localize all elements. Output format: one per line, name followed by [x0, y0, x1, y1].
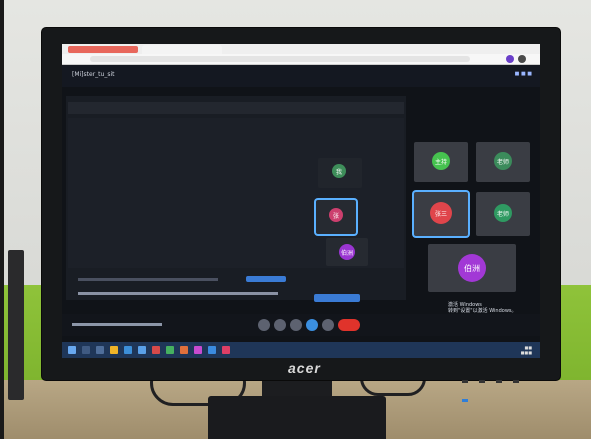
text-line — [78, 292, 278, 295]
text-line — [72, 323, 162, 326]
browser-address-bar — [62, 54, 540, 65]
participant-tile[interactable]: 主持 — [414, 142, 468, 182]
browser-tab[interactable] — [68, 46, 138, 53]
participants-icon[interactable] — [306, 319, 318, 331]
mic-icon[interactable] — [258, 319, 270, 331]
speaker — [8, 250, 24, 400]
url-input[interactable] — [90, 56, 470, 62]
taskbar-icon[interactable] — [166, 346, 174, 354]
taskbar-icon[interactable] — [82, 346, 90, 354]
browser-tab-bar — [62, 44, 540, 54]
participant-tile-active[interactable]: 张三 — [414, 192, 468, 236]
leave-button[interactable] — [338, 319, 360, 331]
text-line — [78, 278, 218, 281]
taskbar-icon[interactable] — [180, 346, 188, 354]
monitor-button[interactable] — [479, 380, 486, 383]
monitor-button[interactable] — [513, 380, 520, 383]
photo-frame: [Mi]ster_tu_sit ■ ■ ■ 我 张 伯洲 主持 老师 张三 老师… — [0, 0, 591, 439]
shared-content: 我 张 伯洲 — [68, 118, 404, 268]
taskbar-icon[interactable] — [222, 346, 230, 354]
monitor-button[interactable] — [496, 380, 503, 383]
mini-tile: 张 — [316, 200, 356, 234]
monitor-screen: [Mi]ster_tu_sit ■ ■ ■ 我 张 伯洲 主持 老师 张三 老师… — [62, 44, 540, 358]
windows-taskbar: ■■ ■■■ — [62, 342, 540, 358]
taskbar-clock[interactable]: ■■ ■■■ — [521, 345, 532, 355]
participant-tile[interactable]: 伯洲 — [428, 244, 516, 292]
popup-button[interactable] — [314, 294, 360, 302]
left-edge — [0, 0, 4, 439]
participant-tile[interactable]: 老师 — [476, 142, 530, 182]
camera-icon[interactable] — [274, 319, 286, 331]
meeting-header: [Mi]ster_tu_sit ■ ■ ■ — [62, 65, 540, 87]
browser-icon[interactable] — [124, 346, 132, 354]
shared-screen-area: 我 张 伯洲 — [66, 96, 406, 300]
meeting-toolbar — [62, 314, 540, 336]
monitor: [Mi]ster_tu_sit ■ ■ ■ 我 张 伯洲 主持 老师 张三 老师… — [42, 28, 560, 402]
participant-avatar: 张三 — [430, 202, 452, 224]
taskbar-icon[interactable] — [138, 346, 146, 354]
monitor-brand-logo: acer — [288, 360, 321, 376]
participant-avatar: 老师 — [494, 152, 512, 170]
browser-tab[interactable] — [142, 45, 222, 54]
folder-icon[interactable] — [110, 346, 118, 354]
avatar: 张 — [329, 208, 343, 222]
taskbar-icon[interactable] — [152, 346, 160, 354]
avatar: 伯洲 — [339, 244, 355, 260]
header-button[interactable]: ■ ■ ■ — [515, 71, 532, 77]
profile-icon[interactable] — [506, 55, 514, 63]
monitor-buttons — [462, 368, 542, 402]
mini-tile: 我 — [318, 158, 362, 188]
participant-avatar: 老师 — [494, 204, 512, 222]
taskbar-icon[interactable] — [96, 346, 104, 354]
taskbar-icon[interactable] — [208, 346, 216, 354]
avatar: 我 — [332, 164, 346, 178]
taskbar-icon[interactable] — [194, 346, 202, 354]
windows-activation-watermark: 激活 Windows 转到"设置"以激活 Windows。 — [448, 302, 538, 314]
power-button[interactable] — [462, 399, 468, 402]
participant-tile[interactable]: 老师 — [476, 192, 530, 236]
shared-toolbar — [68, 102, 404, 114]
menu-icon[interactable] — [518, 55, 526, 63]
more-icon[interactable] — [322, 319, 334, 331]
blue-button[interactable] — [246, 276, 286, 282]
participant-avatar: 伯洲 — [458, 254, 486, 282]
meeting-title: [Mi]ster_tu_sit — [72, 71, 115, 78]
participant-avatar: 主持 — [432, 152, 450, 170]
share-icon[interactable] — [290, 319, 302, 331]
mini-tile: 伯洲 — [326, 238, 368, 266]
monitor-stand-base — [208, 396, 386, 439]
monitor-button[interactable] — [462, 380, 468, 383]
start-icon[interactable] — [68, 346, 76, 354]
